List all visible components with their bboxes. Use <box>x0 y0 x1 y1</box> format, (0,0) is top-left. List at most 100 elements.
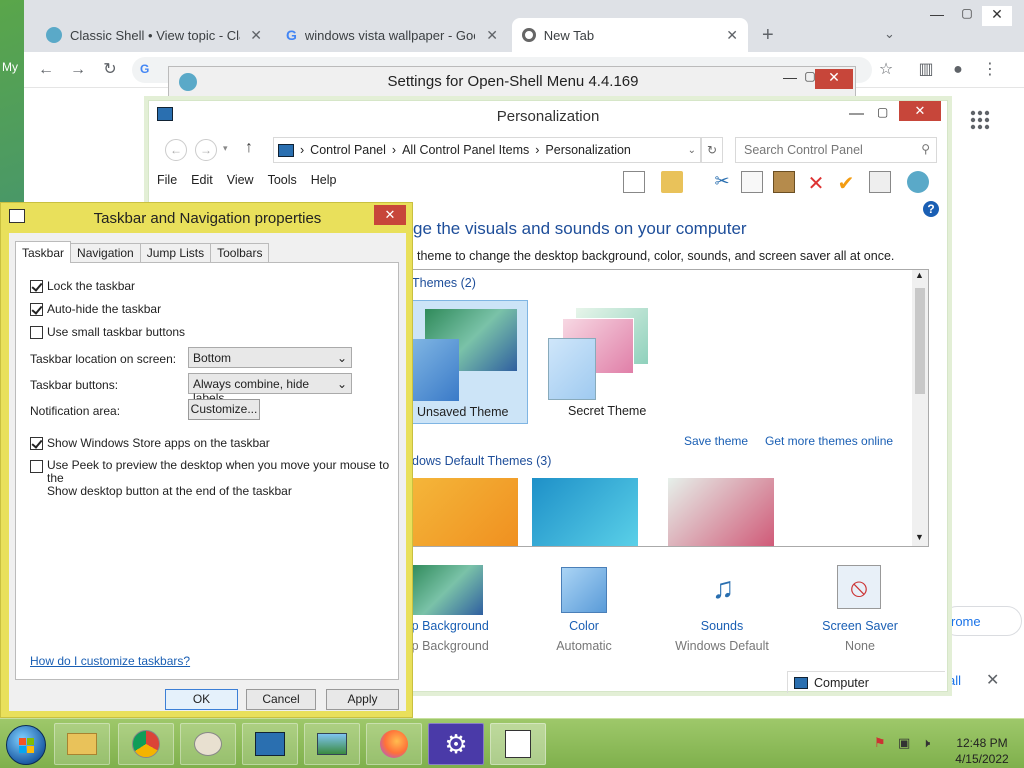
email-icon[interactable] <box>869 171 891 193</box>
taskbar-chrome[interactable] <box>118 723 174 765</box>
help-icon[interactable]: ? <box>923 201 939 217</box>
default-theme-flowers[interactable] <box>668 478 774 546</box>
auto-hide-checkbox[interactable]: Auto-hide the taskbar <box>30 302 161 316</box>
cut-icon[interactable]: ✂ <box>711 171 733 193</box>
customize-button[interactable]: Customize... <box>188 399 260 420</box>
forward-icon[interactable]: → <box>195 139 217 161</box>
taskbar-settings[interactable]: ⚙ <box>428 723 484 765</box>
save-theme-link[interactable]: Save theme <box>684 434 748 448</box>
taskbar-control-panel[interactable] <box>242 723 298 765</box>
taskbar-file-explorer[interactable] <box>54 723 110 765</box>
network-icon[interactable]: ▣ <box>898 735 914 751</box>
properties-check-icon[interactable]: ✔ <box>835 171 857 195</box>
chrome-partial-link[interactable]: all <box>948 673 961 688</box>
lock-taskbar-checkbox[interactable]: Lock the taskbar <box>30 279 135 293</box>
close-button[interactable]: ✕ <box>374 205 406 225</box>
volume-icon[interactable]: 🕨 <box>922 735 938 751</box>
shell-icon[interactable] <box>907 171 929 193</box>
breadcrumb-all-items[interactable]: All Control Panel Items <box>402 143 529 157</box>
close-icon[interactable]: ✕ <box>986 670 999 690</box>
close-button[interactable]: ✕ <box>899 101 941 121</box>
menu-view[interactable]: View <box>227 173 254 193</box>
peek-checkbox[interactable]: Use Peek to preview the desktop when you… <box>30 459 398 498</box>
search-control-panel-input[interactable]: Search Control Panel ⚲ <box>735 137 937 163</box>
theme-unsaved[interactable]: Unsaved Theme <box>412 300 528 424</box>
cancel-button[interactable]: Cancel <box>246 689 316 710</box>
checkbox-box[interactable] <box>30 326 43 339</box>
themes-scrollbar[interactable]: ▲ ▼ <box>912 270 928 546</box>
color-icon[interactable] <box>561 567 607 613</box>
tab-close-icon[interactable]: ✕ <box>486 27 498 44</box>
chevron-down-icon[interactable]: ⌄ <box>688 145 696 156</box>
store-apps-checkbox[interactable]: Show Windows Store apps on the taskbar <box>30 436 270 450</box>
default-theme-windows[interactable] <box>412 478 518 546</box>
reload-icon[interactable]: ↻ <box>100 60 120 80</box>
more-menu-icon[interactable]: ⋮ <box>980 60 1000 80</box>
taskbar-photos[interactable] <box>304 723 360 765</box>
screen-saver-icon[interactable]: ⦸ <box>837 565 881 609</box>
themes-list[interactable]: Themes (2) Unsaved Theme Secret Theme Sa… <box>411 269 929 547</box>
forward-icon[interactable]: → <box>68 60 88 80</box>
back-icon[interactable]: ← <box>36 60 56 80</box>
menu-help[interactable]: Help <box>311 173 337 193</box>
breadcrumb-personalization[interactable]: Personalization <box>545 143 630 157</box>
tab-close-icon[interactable]: ✕ <box>250 27 262 44</box>
tab-taskbar[interactable]: Taskbar <box>15 241 72 263</box>
star-icon[interactable]: ☆ <box>876 60 896 80</box>
apps-grid-icon[interactable] <box>968 108 992 132</box>
address-box[interactable]: › Control Panel › All Control Panel Item… <box>273 137 701 163</box>
get-more-themes-link[interactable]: Get more themes online <box>765 434 893 448</box>
maximize-button[interactable]: ▢ <box>877 105 888 119</box>
action-center-icon[interactable]: ⚑ <box>874 735 890 751</box>
up-icon[interactable]: ↑ <box>245 139 253 157</box>
side-panel-icon[interactable]: ▥ <box>916 60 936 80</box>
sounds-link[interactable]: Sounds <box>657 619 787 633</box>
back-icon[interactable]: ← <box>165 139 187 161</box>
taskbar-location-select[interactable]: Bottom ⌄ <box>188 347 352 368</box>
checkbox-box[interactable] <box>30 437 43 450</box>
theme-secret[interactable]: Secret Theme <box>538 300 654 424</box>
recent-dropdown-icon[interactable]: ▾ <box>223 143 228 154</box>
breadcrumb-control-panel[interactable]: Control Panel <box>310 143 386 157</box>
taskbar-buttons-select[interactable]: Always combine, hide labels ⌄ <box>188 373 352 405</box>
small-buttons-checkbox[interactable]: Use small taskbar buttons <box>30 325 185 339</box>
checkbox-box[interactable] <box>30 303 43 316</box>
color-link[interactable]: Color <box>519 619 649 633</box>
checkbox-box[interactable] <box>30 460 43 473</box>
scroll-up-icon[interactable]: ▲ <box>915 270 924 280</box>
close-button[interactable]: ✕ <box>815 69 853 89</box>
checkbox-box[interactable] <box>30 280 43 293</box>
taskbar-firefox[interactable] <box>366 723 422 765</box>
screen-saver-link[interactable]: Screen Saver <box>795 619 925 633</box>
menu-tools[interactable]: Tools <box>268 173 297 193</box>
refresh-icon[interactable]: ↻ <box>701 137 723 163</box>
chrome-tab-new-tab[interactable]: New Tab ✕ <box>512 18 748 52</box>
desktop-background-link[interactable]: ktop Background <box>395 619 525 633</box>
minimize-button[interactable]: — <box>922 6 952 26</box>
tab-jump-lists[interactable]: Jump Lists <box>139 243 212 263</box>
menu-file[interactable]: File <box>157 173 177 193</box>
delete-icon[interactable]: ✕ <box>805 171 827 195</box>
chrome-tab-vista-wallpaper[interactable]: G windows vista wallpaper - Google ✕ <box>276 18 508 52</box>
help-customize-link[interactable]: How do I customize taskbars? <box>30 654 190 668</box>
tab-toolbars[interactable]: Toolbars <box>210 243 270 263</box>
tab-close-icon[interactable]: ✕ <box>726 27 738 44</box>
start-button[interactable] <box>6 725 46 765</box>
profile-icon[interactable]: ● <box>948 60 968 80</box>
minimize-button[interactable]: — <box>849 105 864 122</box>
default-theme-lines[interactable] <box>532 478 638 546</box>
close-button[interactable]: ✕ <box>982 6 1012 26</box>
taskbar-paint[interactable] <box>180 723 236 765</box>
tab-navigation[interactable]: Navigation <box>70 243 141 263</box>
copy-icon[interactable] <box>741 171 763 193</box>
new-tab-button[interactable]: + <box>762 24 774 47</box>
taskbar-properties-window[interactable] <box>490 723 546 765</box>
desktop-background-icon[interactable] <box>411 565 483 615</box>
sounds-icon[interactable]: ♫ <box>699 565 747 613</box>
clock[interactable]: 12:48 PM 4/15/2022 <box>950 735 1014 767</box>
apply-button[interactable]: Apply <box>326 689 399 710</box>
preview-pane-icon[interactable] <box>623 171 645 193</box>
scroll-down-icon[interactable]: ▼ <box>915 532 924 542</box>
paste-icon[interactable] <box>773 171 795 193</box>
menu-edit[interactable]: Edit <box>191 173 213 193</box>
